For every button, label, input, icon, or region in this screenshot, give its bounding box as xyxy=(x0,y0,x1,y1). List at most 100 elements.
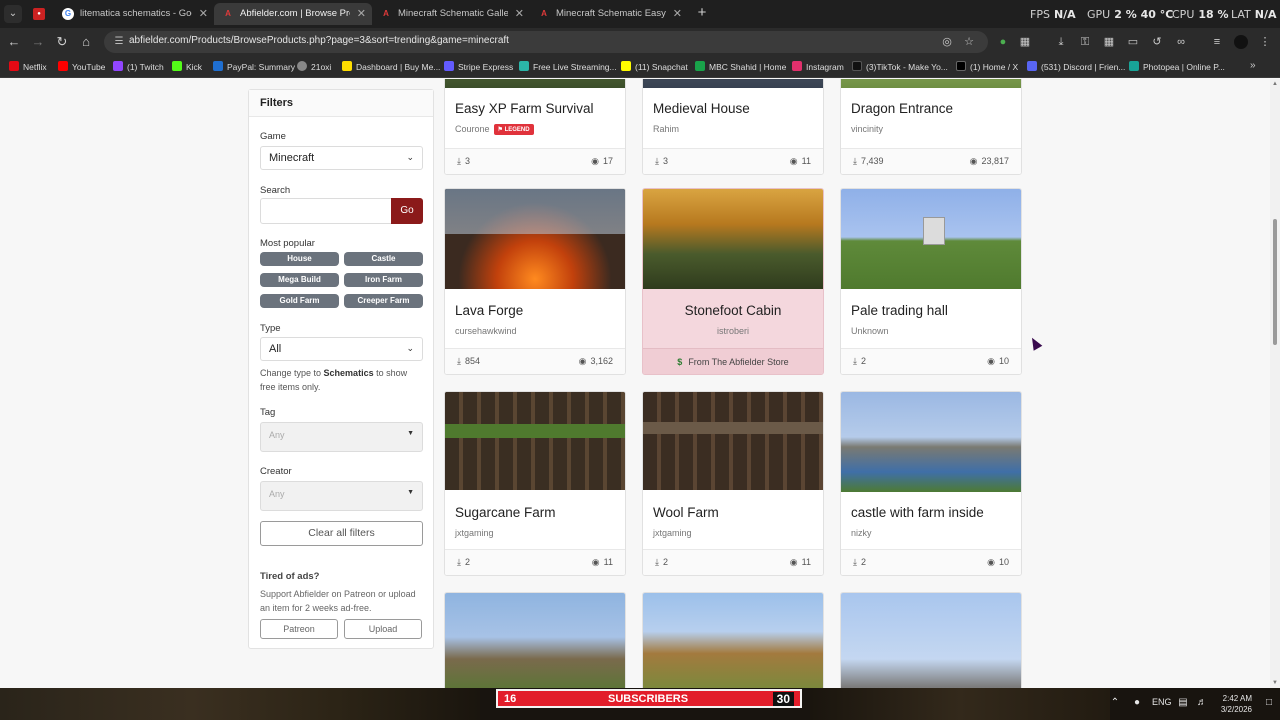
product-card-store[interactable]: Stonefoot Cabin istroberi $ From The Abfi… xyxy=(642,188,824,375)
search-go-button[interactable]: Go xyxy=(391,198,423,224)
back-arrow-icon[interactable]: ← xyxy=(6,34,22,50)
popular-tag-mega-build[interactable]: Mega Build xyxy=(260,273,339,287)
product-thumbnail[interactable] xyxy=(643,392,823,490)
bookmarks-overflow-icon[interactable]: » xyxy=(1250,60,1256,71)
type-select[interactable]: All ⌄ xyxy=(260,337,423,361)
product-card[interactable]: Dragon Entrance vincinity ⤓ 7,439 ◉ 23,817 xyxy=(840,79,1022,175)
translate-icon[interactable]: ▦ xyxy=(1102,35,1116,49)
product-thumbnail[interactable] xyxy=(841,79,1021,88)
product-card[interactable] xyxy=(642,592,824,688)
tab-pinned[interactable]: ● xyxy=(26,3,52,25)
bookmark-instagram[interactable]: Instagram xyxy=(792,60,844,74)
bookmark-photopea[interactable]: Photopea | Online P... xyxy=(1129,60,1225,74)
product-title[interactable]: castle with farm inside xyxy=(851,505,984,520)
tab-search-button[interactable]: ⌄ xyxy=(4,5,22,23)
extension-green-icon[interactable]: ● xyxy=(996,35,1010,49)
product-thumbnail[interactable] xyxy=(841,593,1021,688)
product-card[interactable]: Sugarcane Farm jxtgaming ⤓ 2 ◉ 11 xyxy=(444,391,626,576)
bookmark-youtube[interactable]: YouTube xyxy=(58,60,105,74)
address-bar[interactable]: ☰ abfielder.com/Products/BrowseProducts.… xyxy=(104,31,988,53)
wallet-icon[interactable]: ▭ xyxy=(1126,35,1140,49)
popular-tag-house[interactable]: House xyxy=(260,252,339,266)
eye-off-icon[interactable]: ◎ xyxy=(940,35,954,49)
store-link[interactable]: $ From The Abfielder Store xyxy=(643,348,823,374)
menu-dots-icon[interactable]: ⋮ xyxy=(1258,35,1272,49)
sidebar-toggle-icon[interactable]: ≡ xyxy=(1210,35,1224,49)
microphone-icon[interactable]: ● xyxy=(1130,696,1144,710)
tag-select[interactable]: Any ▼ xyxy=(260,422,423,452)
tab-close-icon[interactable]: ✕ xyxy=(199,3,208,25)
product-title[interactable]: Dragon Entrance xyxy=(851,101,953,116)
product-thumbnail[interactable] xyxy=(445,392,625,490)
product-thumbnail[interactable] xyxy=(643,189,823,289)
bookmark-paypal[interactable]: PayPal: Summary xyxy=(213,60,295,74)
bookmark-netflix[interactable]: Netflix xyxy=(9,60,47,74)
popular-tag-iron-farm[interactable]: Iron Farm xyxy=(344,273,423,287)
product-title[interactable]: Sugarcane Farm xyxy=(455,505,556,520)
popular-tag-creeper-farm[interactable]: Creeper Farm xyxy=(344,294,423,308)
clear-filters-button[interactable]: Clear all filters xyxy=(260,521,423,546)
game-select[interactable]: Minecraft ⌄ xyxy=(260,146,423,170)
home-icon[interactable]: ⌂ xyxy=(78,34,94,50)
history-icon[interactable]: ↺ xyxy=(1150,35,1164,49)
scroll-down-arrow-icon[interactable]: ▼ xyxy=(1272,680,1278,686)
product-author[interactable]: jxtgaming xyxy=(455,528,494,538)
product-thumbnail[interactable] xyxy=(445,593,625,688)
language-indicator[interactable]: ENG xyxy=(1152,697,1172,707)
product-card[interactable] xyxy=(840,592,1022,688)
bookmark-star-icon[interactable]: ☆ xyxy=(962,35,976,49)
product-author[interactable]: istroberi xyxy=(643,326,823,336)
bookmark-21oxi[interactable]: 21oxi xyxy=(297,60,331,74)
forward-arrow-icon[interactable]: → xyxy=(30,34,46,50)
link-icon[interactable]: ∞ xyxy=(1174,35,1188,49)
bookmark-twitch[interactable]: (1) Twitch xyxy=(113,60,164,74)
extensions-puzzle-icon[interactable]: ▦ xyxy=(1018,35,1032,49)
product-author[interactable]: cursehawkwind xyxy=(455,326,517,336)
bookmark-streaming[interactable]: Free Live Streaming... xyxy=(519,60,617,74)
patreon-button[interactable]: Patreon xyxy=(260,619,338,639)
bookmark-tiktok[interactable]: (3)TikTok - Make Yo... xyxy=(852,60,948,74)
product-author[interactable]: nizky xyxy=(851,528,872,538)
tab-close-icon[interactable]: ✕ xyxy=(357,3,366,25)
tab-close-icon[interactable]: ✕ xyxy=(515,3,524,25)
tab-close-icon[interactable]: ✕ xyxy=(673,3,682,25)
tab-easy-xp[interactable]: A Minecraft Schematic Easy XP Fa ✕ xyxy=(530,3,688,25)
network-icon[interactable]: ▤ xyxy=(1176,696,1190,710)
product-title[interactable]: Lava Forge xyxy=(455,303,523,318)
download-icon[interactable]: ⤓ xyxy=(1054,35,1068,49)
scroll-up-arrow-icon[interactable]: ▲ xyxy=(1272,81,1278,87)
product-author[interactable]: vincinity xyxy=(851,124,883,134)
product-card[interactable]: Wool Farm jxtgaming ⤓ 2 ◉ 11 xyxy=(642,391,824,576)
popular-tag-castle[interactable]: Castle xyxy=(344,252,423,266)
bookmark-x[interactable]: (1) Home / X xyxy=(956,60,1018,74)
product-card[interactable]: Easy XP Farm Survival Courone ⚑ LEGEND ⤓ 3… xyxy=(444,79,626,175)
site-info-icon[interactable]: ☰ xyxy=(112,35,126,49)
upload-button[interactable]: Upload xyxy=(344,619,422,639)
product-thumbnail[interactable] xyxy=(643,593,823,688)
product-thumbnail[interactable] xyxy=(643,79,823,88)
product-author[interactable]: Unknown xyxy=(851,326,889,336)
url-text[interactable]: abfielder.com/Products/BrowseProducts.ph… xyxy=(129,35,509,46)
password-key-icon[interactable]: ⚿ xyxy=(1078,35,1092,49)
product-author[interactable]: Rahim xyxy=(653,124,679,134)
bookmark-snapchat[interactable]: (11) Snapchat xyxy=(621,60,688,74)
system-clock[interactable]: 2:42 AM 3/2/2026 xyxy=(1202,693,1252,715)
new-tab-button[interactable]: + xyxy=(694,5,710,21)
creator-select[interactable]: Any ▼ xyxy=(260,481,423,511)
product-title[interactable]: Pale trading hall xyxy=(851,303,948,318)
product-thumbnail[interactable] xyxy=(841,189,1021,289)
product-title[interactable]: Stonefoot Cabin xyxy=(643,303,823,318)
product-title[interactable]: Easy XP Farm Survival xyxy=(455,101,594,116)
product-thumbnail[interactable] xyxy=(445,79,625,88)
bookmark-shahid[interactable]: MBC Shahid | Home xyxy=(695,60,786,74)
product-thumbnail[interactable] xyxy=(445,189,625,289)
notifications-icon[interactable]: □ xyxy=(1262,696,1276,710)
product-card[interactable] xyxy=(444,592,626,688)
reload-icon[interactable]: ↻ xyxy=(54,34,70,50)
product-title[interactable]: Medieval House xyxy=(653,101,750,116)
bookmark-kick[interactable]: Kick xyxy=(172,60,202,74)
bookmark-stripe[interactable]: Stripe Express xyxy=(444,60,513,74)
popular-tag-gold-farm[interactable]: Gold Farm xyxy=(260,294,339,308)
product-card[interactable]: Pale trading hall Unknown ⤓ 2 ◉ 10 xyxy=(840,188,1022,375)
product-title[interactable]: Wool Farm xyxy=(653,505,719,520)
